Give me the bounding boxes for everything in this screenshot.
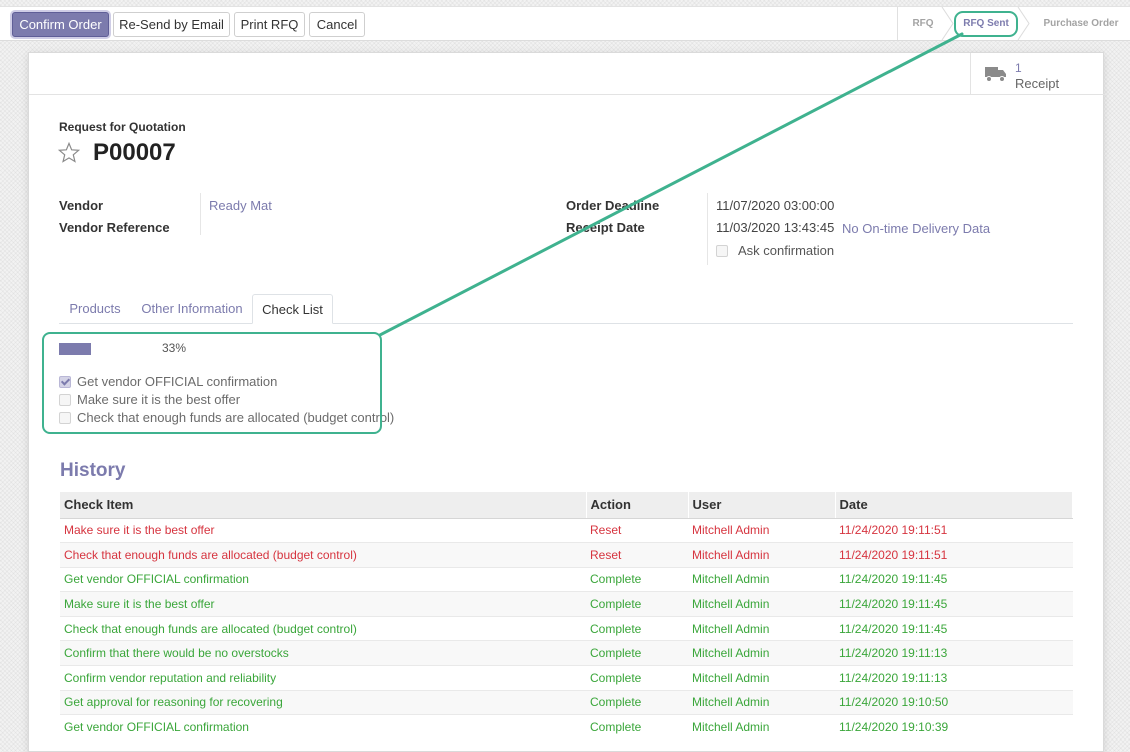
on-time-delivery-link[interactable]: No On-time Delivery Data [842,221,990,236]
cell-action: Reset [586,517,688,543]
cell-check-item: Make sure it is the best offer [60,591,586,617]
confirm-order-button[interactable]: Confirm Order [12,12,109,37]
receipt-date-value[interactable]: 11/03/2020 13:43:45 [716,220,834,235]
receipt-smart-button[interactable]: 1 Receipt [970,53,1105,95]
cell-check-item: Make sure it is the best offer [60,517,586,543]
cell-action: Complete [586,665,688,691]
cell-user: Mitchell Admin [688,615,835,641]
cell-check-item: Confirm that there would be no overstock… [60,640,586,666]
table-row[interactable]: Confirm vendor reputation and reliabilit… [60,665,1073,691]
cell-date: 11/24/2020 19:11:51 [835,542,1073,568]
stage-rfq[interactable]: RFQ [899,7,947,40]
tab-other-information[interactable]: Other Information [136,294,248,324]
cell-user: Mitchell Admin [688,714,835,740]
table-row[interactable]: Check that enough funds are allocated (b… [60,615,1073,641]
history-table: Check Item Action User Date Make sure it… [60,492,1073,740]
table-row[interactable]: Check that enough funds are allocated (b… [60,542,1073,568]
cell-action: Complete [586,566,688,592]
cell-date: 11/24/2020 19:11:13 [835,665,1073,691]
vendor-label: Vendor [59,198,104,213]
table-row[interactable]: Get vendor OFFICIAL confirmation Complet… [60,566,1073,592]
column-action[interactable]: Action [586,492,689,519]
stage-chevron-icon [941,7,954,40]
cell-user: Mitchell Admin [688,542,835,568]
receipt-label: Receipt [1015,76,1060,91]
order-deadline-value[interactable]: 11/07/2020 03:00:00 [716,198,834,213]
cell-date: 11/24/2020 19:11:45 [835,615,1073,641]
document-type-label: Request for Quotation [59,120,186,134]
cell-action: Complete [586,689,688,715]
annotation-status-highlight [954,11,1018,37]
cell-date: 11/24/2020 19:10:50 [835,689,1073,715]
cell-user: Mitchell Admin [688,517,835,543]
column-date[interactable]: Date [835,492,1073,519]
receipt-count: 1 [1015,61,1022,75]
tab-check-list[interactable]: Check List [252,294,333,324]
tab-products[interactable]: Products [59,294,131,324]
column-check-item[interactable]: Check Item [60,492,587,519]
vendor-reference-label: Vendor Reference [59,220,170,235]
field-divider [200,193,201,235]
star-outline-icon[interactable] [58,142,80,163]
cell-date: 11/24/2020 19:11:13 [835,640,1073,666]
ask-confirmation-checkbox[interactable] [716,245,728,257]
order-reference: P00007 [93,139,176,166]
table-row[interactable]: Make sure it is the best offer Reset Mit… [60,517,1073,543]
cell-date: 11/24/2020 19:11:45 [835,591,1073,617]
history-title: History [60,460,126,481]
cell-check-item: Check that enough funds are allocated (b… [60,615,586,641]
cell-action: Complete [586,714,688,740]
cell-check-item: Get approval for reasoning for recoverin… [60,689,586,715]
cell-action: Complete [586,591,688,617]
history-header-row: Check Item Action User Date [60,492,1073,519]
resend-email-button[interactable]: Re-Send by Email [113,12,230,37]
cell-action: Complete [586,640,688,666]
cell-user: Mitchell Admin [688,591,835,617]
statusbar-divider [897,7,898,40]
stage-purchase-order[interactable]: Purchase Order [1035,7,1127,40]
table-row[interactable]: Get approval for reasoning for recoverin… [60,689,1073,715]
cell-date: 11/24/2020 19:11:51 [835,517,1073,543]
cell-check-item: Confirm vendor reputation and reliabilit… [60,665,586,691]
table-row[interactable]: Make sure it is the best offer Complete … [60,591,1073,617]
cell-user: Mitchell Admin [688,689,835,715]
column-user[interactable]: User [688,492,836,519]
cell-user: Mitchell Admin [688,665,835,691]
truck-icon [985,67,1006,82]
table-row[interactable]: Get vendor OFFICIAL confirmation Complet… [60,714,1073,740]
cell-check-item: Get vendor OFFICIAL confirmation [60,714,586,740]
ask-confirmation-label: Ask confirmation [738,243,835,258]
print-rfq-button[interactable]: Print RFQ [234,12,305,37]
cell-date: 11/24/2020 19:11:45 [835,566,1073,592]
stage-chevron-icon [1017,7,1030,40]
cell-user: Mitchell Admin [688,566,835,592]
order-deadline-label: Order Deadline [566,198,660,213]
button-box: 1 Receipt [29,53,1105,95]
receipt-date-label: Receipt Date [566,220,645,235]
cell-action: Complete [586,615,688,641]
cell-user: Mitchell Admin [688,640,835,666]
vendor-value[interactable]: Ready Mat [209,198,272,213]
cell-date: 11/24/2020 19:10:39 [835,714,1073,740]
cell-check-item: Check that enough funds are allocated (b… [60,542,586,568]
cell-check-item: Get vendor OFFICIAL confirmation [60,566,586,592]
cancel-button[interactable]: Cancel [309,12,365,37]
field-divider [707,193,708,265]
table-row[interactable]: Confirm that there would be no overstock… [60,640,1073,666]
cell-action: Reset [586,542,688,568]
annotation-checklist-highlight [42,332,382,434]
